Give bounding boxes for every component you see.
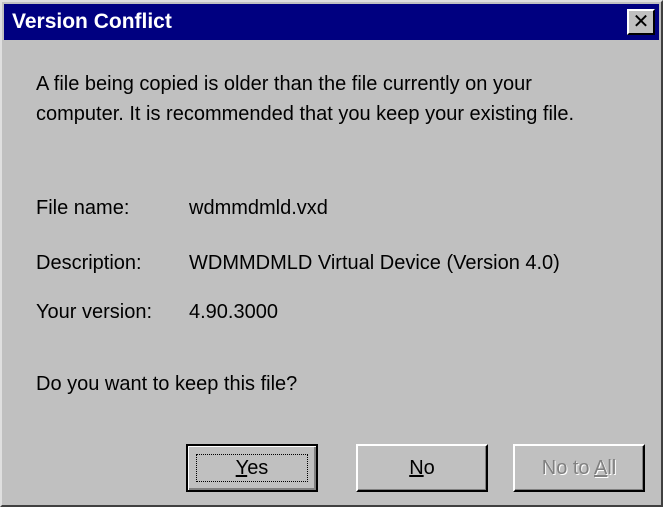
keep-file-prompt: Do you want to keep this file?	[36, 373, 298, 395]
description-label: Description:	[36, 252, 142, 274]
dialog-title: Version Conflict	[12, 10, 172, 33]
no-to-all-button: No to All	[513, 444, 645, 492]
file-name-value: wdmmdmld.vxd	[189, 197, 328, 219]
conflict-message: A file being copied is older than the fi…	[36, 69, 574, 129]
your-version-value: 4.90.3000	[189, 301, 278, 323]
version-conflict-dialog: Version Conflict ✕ A file being copied i…	[0, 0, 663, 507]
title-bar[interactable]: Version Conflict ✕	[4, 4, 659, 40]
description-value: WDMMDMLD Virtual Device (Version 4.0)	[189, 252, 560, 274]
close-icon: ✕	[632, 9, 650, 33]
no-button-label: No	[409, 456, 435, 479]
file-name-label: File name:	[36, 197, 130, 219]
close-button[interactable]: ✕	[627, 9, 655, 35]
no-button[interactable]: No	[356, 444, 488, 492]
yes-button[interactable]: Yes	[186, 444, 318, 492]
message-line-1: A file being copied is older than the fi…	[36, 73, 532, 95]
your-version-label: Your version:	[36, 301, 152, 323]
no-to-all-button-label: No to All	[541, 456, 617, 479]
yes-button-label: Yes	[235, 456, 269, 479]
message-line-2: computer. It is recommended that you kee…	[36, 103, 575, 125]
